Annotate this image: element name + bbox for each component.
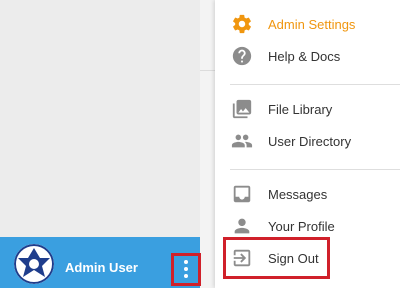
menu-item-label: User Directory	[268, 134, 352, 149]
user-menu: Admin Settings Help & Docs File Library …	[215, 0, 400, 288]
more-options-button[interactable]	[171, 253, 201, 286]
menu-item-label: Admin Settings	[268, 17, 356, 32]
menu-item-messages[interactable]: Messages	[215, 178, 400, 210]
person-icon	[231, 215, 253, 237]
menu-divider	[230, 169, 400, 170]
more-vertical-icon	[184, 260, 188, 264]
help-icon	[231, 45, 253, 67]
more-vertical-icon-dot	[184, 274, 188, 278]
menu-item-label: Sign Out	[268, 251, 319, 266]
menu-item-your-profile[interactable]: Your Profile	[215, 210, 400, 242]
menu-item-user-directory[interactable]: User Directory	[215, 125, 400, 157]
inbox-icon	[231, 183, 253, 205]
menu-item-help-docs[interactable]: Help & Docs	[215, 40, 400, 72]
more-vertical-icon-dot	[184, 267, 188, 271]
user-name: Admin User	[65, 260, 138, 275]
menu-item-file-library[interactable]: File Library	[215, 93, 400, 125]
menu-item-sign-out[interactable]: Sign Out	[215, 242, 400, 274]
menu-item-label: File Library	[268, 102, 333, 117]
menu-item-label: Help & Docs	[268, 49, 341, 64]
sign-out-icon	[231, 247, 253, 269]
menu-divider	[230, 84, 400, 85]
avatar[interactable]	[14, 244, 54, 284]
menu-item-label: Messages	[268, 187, 328, 202]
image-library-icon	[231, 98, 253, 120]
user-avatar-icon	[14, 244, 54, 284]
menu-item-label: Your Profile	[268, 219, 335, 234]
gear-icon	[231, 13, 253, 35]
people-icon	[231, 130, 253, 152]
menu-item-admin-settings[interactable]: Admin Settings	[215, 8, 400, 40]
